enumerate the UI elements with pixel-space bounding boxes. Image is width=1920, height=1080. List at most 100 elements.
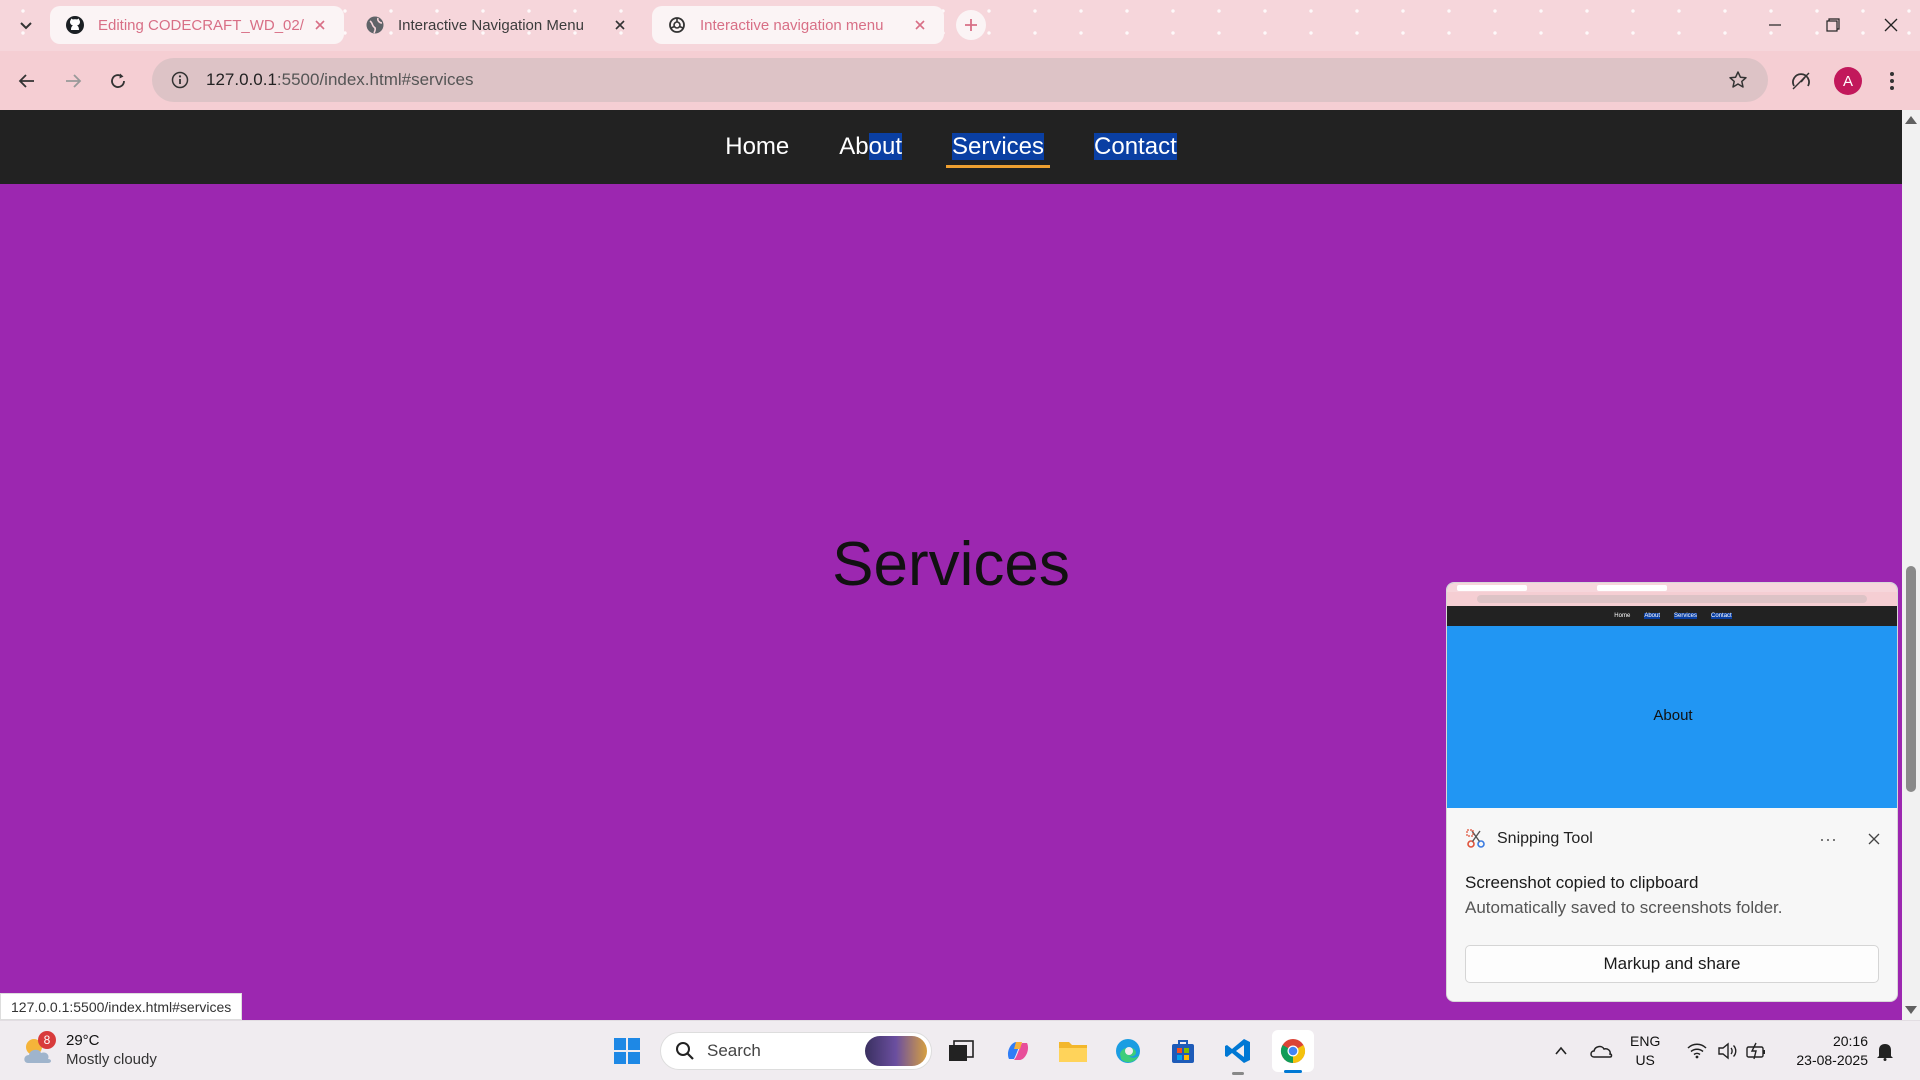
- url-path: :5500/index.html#services: [276, 70, 474, 89]
- weather-widget[interactable]: 8 29°C Mostly cloudy: [20, 1029, 157, 1073]
- markup-and-share-button[interactable]: Markup and share: [1465, 945, 1879, 983]
- edge-icon: [1116, 1039, 1140, 1063]
- reload-button[interactable]: [102, 65, 134, 97]
- speaker-icon: [1718, 1042, 1737, 1060]
- task-view-button[interactable]: [940, 1030, 982, 1072]
- file-explorer-button[interactable]: [1052, 1030, 1094, 1072]
- search-highlight-image: [865, 1036, 927, 1066]
- close-icon[interactable]: [910, 15, 930, 35]
- store-icon: [1172, 1040, 1194, 1063]
- clock-date: 23-08-2025: [1796, 1052, 1868, 1068]
- volume-button[interactable]: [1712, 1035, 1742, 1067]
- region-code: US: [1635, 1052, 1655, 1068]
- wifi-button[interactable]: [1682, 1035, 1712, 1067]
- scroll-up-icon[interactable]: [1905, 116, 1917, 124]
- nav-link-label: Home: [725, 133, 790, 160]
- windows-logo-icon: [614, 1038, 640, 1064]
- arrow-right-icon: [66, 74, 82, 88]
- nav-link-contact[interactable]: Contact: [1088, 130, 1183, 164]
- forward-button[interactable]: [57, 65, 89, 97]
- close-icon[interactable]: [610, 15, 630, 35]
- nav-link-services[interactable]: Services: [946, 130, 1051, 168]
- close-window-button[interactable]: [1862, 0, 1920, 50]
- browser-toolbar: 127.0.0.1:5500/index.html#services A: [0, 51, 1920, 110]
- nav-link-about[interactable]: About: [833, 130, 908, 164]
- scrollbar-thumb[interactable]: [1906, 566, 1916, 792]
- scroll-down-icon[interactable]: [1905, 1006, 1917, 1014]
- search-icon: [673, 1039, 697, 1063]
- speedometer-icon: [1792, 72, 1810, 90]
- preview-section-label: About: [1653, 707, 1693, 724]
- nav-link-home[interactable]: Home: [719, 130, 795, 164]
- bookmark-star-icon[interactable]: [1718, 60, 1758, 100]
- toast-header: Snipping Tool ···: [1447, 821, 1897, 857]
- close-icon: [1884, 18, 1898, 32]
- chevron-down-icon: [20, 22, 32, 30]
- tab-title: Interactive navigation menu: [700, 16, 884, 34]
- preview-nav-contact: Contact: [1711, 613, 1732, 619]
- tab-strip: Editing CODECRAFT_WD_02/RE Interactive N…: [0, 0, 1920, 51]
- tab-interactive-navigation-menu[interactable]: Interactive Navigation Menu: [350, 6, 644, 44]
- cloud-icon: [1590, 1045, 1613, 1058]
- language-indicator[interactable]: ENG US: [1630, 1032, 1660, 1070]
- nav-link-label: Contact: [1094, 133, 1177, 160]
- site-navigation: Home About Services Contact: [0, 110, 1902, 184]
- page-scrollbar[interactable]: [1902, 110, 1920, 1020]
- vscode-button[interactable]: [1217, 1030, 1259, 1075]
- chrome-button[interactable]: [1272, 1030, 1314, 1073]
- toast-subtitle: Automatically saved to screenshots folde…: [1465, 898, 1783, 917]
- preview-nav-home: Home: [1614, 613, 1631, 619]
- close-icon[interactable]: [310, 15, 330, 35]
- minimize-icon: [1769, 24, 1781, 26]
- close-toast-button[interactable]: [1859, 824, 1889, 854]
- onedrive-button[interactable]: [1586, 1035, 1616, 1067]
- snipping-tool-notification[interactable]: Home About Services Contact About Snippi…: [1446, 582, 1898, 1002]
- windows-taskbar: 8 29°C Mostly cloudy Search ENG US 20:16…: [0, 1020, 1920, 1080]
- preview-nav: Home About Services Contact: [1447, 606, 1897, 626]
- chrome-icon: [1280, 1039, 1306, 1063]
- bell-icon: [1877, 1044, 1893, 1061]
- restore-button[interactable]: [1804, 0, 1862, 50]
- url-host: 127.0.0.1: [206, 70, 277, 89]
- notifications-button[interactable]: [1870, 1035, 1900, 1067]
- tab-interactive-navigation-menu-current[interactable]: Interactive navigation menu: [652, 6, 944, 44]
- back-button[interactable]: [11, 65, 43, 97]
- chatgpt-icon: [666, 14, 688, 36]
- screenshot-preview[interactable]: Home About Services Contact About: [1447, 583, 1897, 808]
- profile-avatar[interactable]: A: [1834, 67, 1862, 95]
- minimize-button[interactable]: [1746, 0, 1804, 50]
- microsoft-store-button[interactable]: [1162, 1030, 1204, 1072]
- taskbar-search[interactable]: Search: [660, 1032, 932, 1070]
- weather-condition: Mostly cloudy: [66, 1051, 157, 1068]
- tab-title: Editing CODECRAFT_WD_02/RE: [98, 16, 304, 34]
- start-button[interactable]: [606, 1030, 648, 1072]
- edge-button[interactable]: [1107, 1030, 1149, 1072]
- tab-search-button[interactable]: [14, 13, 38, 37]
- nav-link-label: Services: [952, 133, 1045, 160]
- globe-icon: [364, 14, 386, 36]
- battery-charging-icon: [1746, 1042, 1765, 1060]
- preview-toolbar: [1447, 592, 1897, 606]
- tab-title: Interactive Navigation Menu: [398, 16, 584, 34]
- battery-button[interactable]: [1742, 1035, 1772, 1067]
- toast-title: Screenshot copied to clipboard: [1465, 873, 1699, 892]
- show-hidden-icons-button[interactable]: [1546, 1035, 1576, 1067]
- more-options-button[interactable]: ···: [1813, 829, 1843, 850]
- menu-button[interactable]: [1876, 65, 1908, 97]
- restore-icon: [1826, 18, 1840, 32]
- weather-badge: 8: [38, 1031, 56, 1049]
- link-status-bubble: 127.0.0.1:5500/index.html#services: [0, 993, 243, 1020]
- new-tab-button[interactable]: [956, 10, 986, 40]
- snipping-tool-icon: [1465, 828, 1487, 850]
- info-icon[interactable]: [160, 60, 200, 100]
- address-bar[interactable]: 127.0.0.1:5500/index.html#services: [152, 58, 1768, 102]
- github-icon: [64, 14, 86, 36]
- preview-nav-about: About: [1644, 613, 1660, 619]
- performance-button[interactable]: [1785, 65, 1817, 97]
- system-clock[interactable]: 20:16 23-08-2025: [1782, 1032, 1868, 1070]
- tab-editing-codecraft[interactable]: Editing CODECRAFT_WD_02/RE: [50, 6, 344, 44]
- copilot-button[interactable]: [997, 1030, 1039, 1072]
- nav-link-label: Ab: [839, 133, 869, 160]
- task-view-icon: [949, 1040, 974, 1061]
- reload-icon: [111, 73, 125, 88]
